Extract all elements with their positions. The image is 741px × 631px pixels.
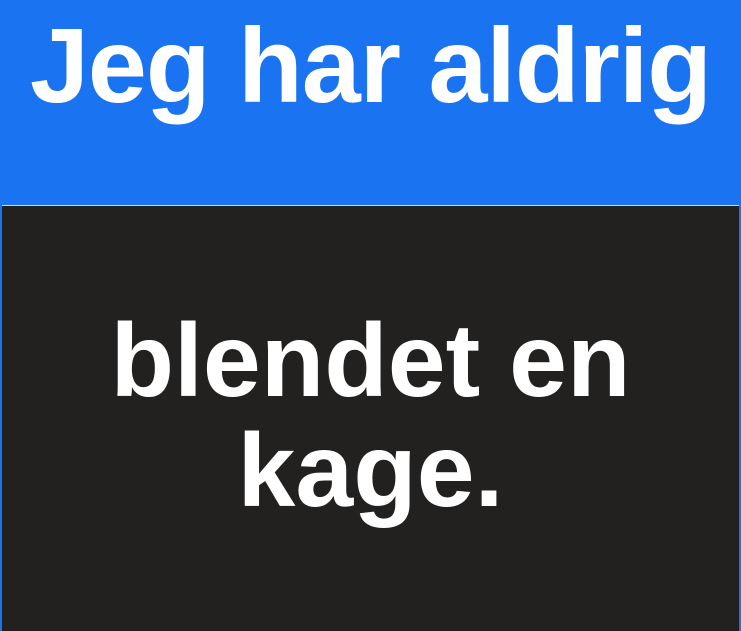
statement-card: blendet en kage. (2, 205, 739, 631)
header-banner: Jeg har aldrig (0, 0, 741, 204)
statement-line-1: blendet en (110, 303, 631, 419)
statement-text: blendet en kage. (2, 306, 739, 526)
statement-line-2: kage. (237, 413, 504, 529)
prompt-title: Jeg har aldrig (29, 7, 712, 125)
